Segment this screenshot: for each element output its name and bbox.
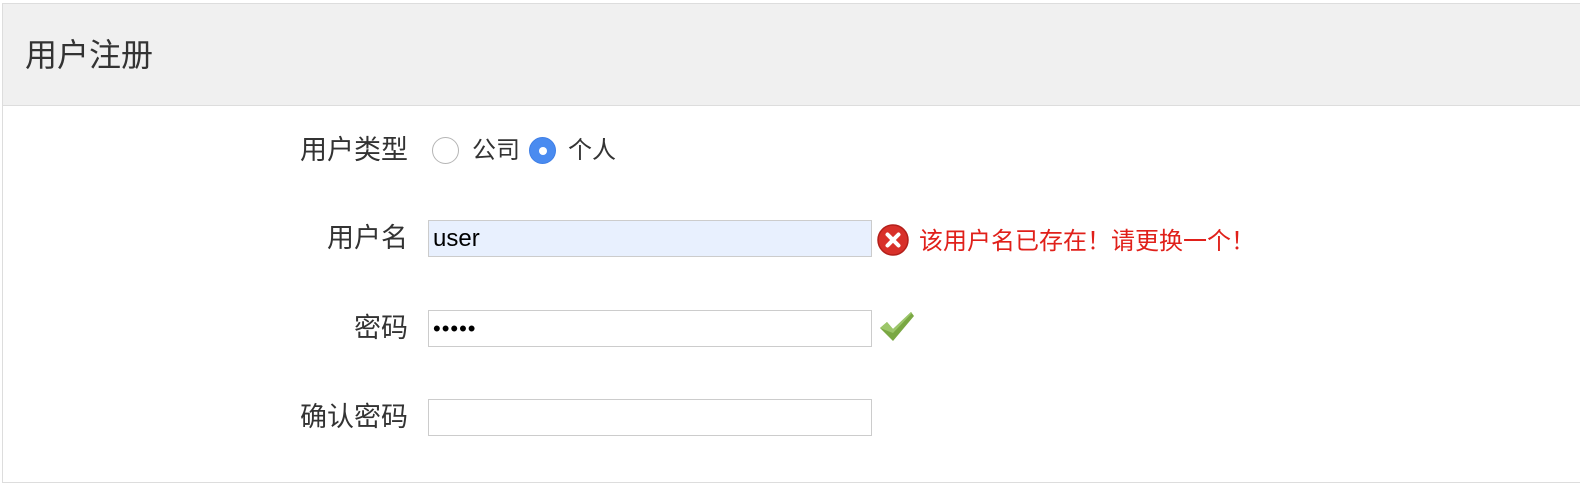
checkmark-icon xyxy=(880,312,914,341)
panel-heading: 用户注册 xyxy=(3,4,1580,106)
page-title: 用户注册 xyxy=(25,36,154,74)
password-label: 密码 xyxy=(354,313,408,344)
user-type-label: 用户类型 xyxy=(300,135,408,166)
radio-company[interactable] xyxy=(432,137,459,164)
username-error-message: 该用户名已存在！请更换一个！ xyxy=(919,227,1255,255)
username-input[interactable] xyxy=(428,220,872,257)
confirm-password-label: 确认密码 xyxy=(300,402,408,433)
radio-company-label[interactable]: 公司 xyxy=(472,135,520,165)
confirm-password-input[interactable] xyxy=(428,399,872,436)
username-label: 用户名 xyxy=(327,223,408,254)
radio-personal-label[interactable]: 个人 xyxy=(568,135,616,165)
radio-personal[interactable] xyxy=(529,137,556,164)
password-input[interactable] xyxy=(428,310,872,347)
error-x-icon xyxy=(877,224,909,256)
